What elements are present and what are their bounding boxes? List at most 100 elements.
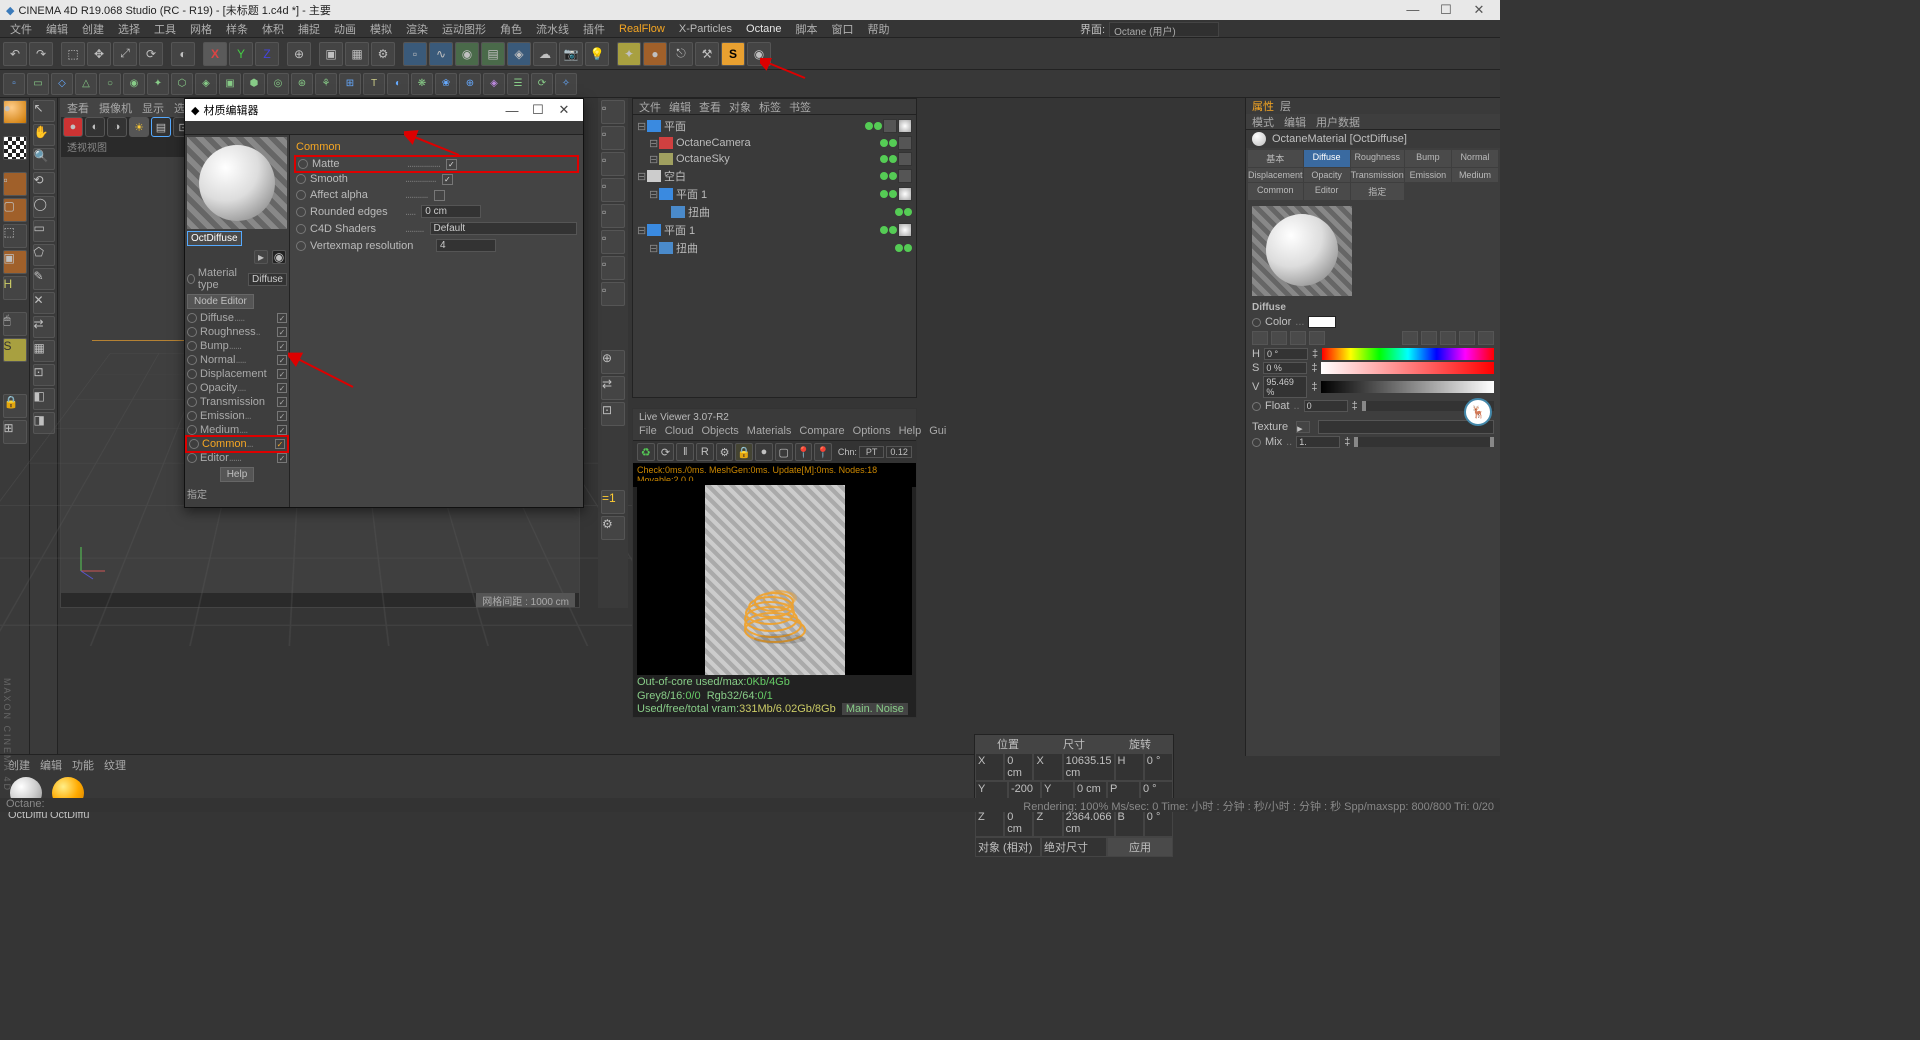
attr-tab-transmission[interactable]: Transmission — [1351, 168, 1404, 182]
lv-channel-select[interactable]: PT — [859, 446, 885, 458]
main-menubar[interactable]: 文件 编辑 创建 选择 工具 网格 样条 体积 捕捉 动画 模拟 渲染 运动图形… — [0, 20, 1500, 38]
vr-2[interactable]: ◑ — [107, 117, 127, 137]
attr-tab-displacement[interactable]: Displacement — [1248, 168, 1303, 182]
menu-snap[interactable]: 捕捉 — [292, 19, 326, 39]
color-swatch[interactable] — [1308, 316, 1336, 328]
menu-char[interactable]: 角色 — [494, 19, 528, 39]
tool-icon[interactable]: ⚒ — [695, 42, 719, 66]
menu-create[interactable]: 创建 — [76, 19, 110, 39]
hue-slider[interactable] — [1322, 348, 1494, 360]
frame-icon[interactable]: ⬚ — [3, 224, 27, 248]
color-mode-icons[interactable] — [1246, 329, 1500, 347]
attr-tab-editor[interactable]: Editor — [1304, 183, 1350, 200]
lv-pin1-icon[interactable]: 📍 — [795, 443, 813, 461]
rotate-icon[interactable]: ⟳ — [139, 42, 163, 66]
attr-tab-diffuse[interactable]: Diffuse — [1304, 150, 1350, 167]
t2-2[interactable]: ▭ — [27, 73, 49, 95]
axis-x-button[interactable]: X — [203, 42, 227, 66]
menu-sim[interactable]: 模拟 — [364, 19, 398, 39]
grid-icon[interactable]: ⊞ — [3, 420, 27, 444]
interface-dropdown[interactable]: Octane (用户) — [1109, 22, 1219, 37]
zoom-icon[interactable]: 🔍 — [33, 148, 55, 170]
affect-checkbox[interactable] — [434, 190, 445, 201]
menu-pipeline[interactable]: 流水线 — [530, 19, 575, 39]
menu-xparticles[interactable]: X-Particles — [673, 21, 738, 37]
t2-10[interactable]: ▣ — [219, 73, 241, 95]
array-icon[interactable]: ▤ — [481, 42, 505, 66]
cube-icon[interactable]: ▫ — [403, 42, 427, 66]
affect-alpha-row[interactable]: Affect alpha........... — [296, 187, 577, 203]
checker-icon[interactable] — [3, 136, 27, 160]
rs-8[interactable]: ▫ — [601, 282, 625, 306]
rot-icon[interactable]: ⟲ — [33, 172, 55, 194]
menu-anim[interactable]: 动画 — [328, 19, 362, 39]
t2-8[interactable]: ⬡ — [171, 73, 193, 95]
lasso-icon[interactable]: ◯ — [33, 196, 55, 218]
menu-realflow[interactable]: RealFlow — [613, 21, 671, 37]
undo-icon[interactable]: ↶ — [3, 42, 27, 66]
vmenu-view[interactable]: 查看 — [67, 100, 89, 116]
t2-22[interactable]: ☰ — [507, 73, 529, 95]
c4d-shaders-row[interactable]: C4D Shaders.........Default — [296, 220, 577, 237]
menu-file[interactable]: 文件 — [4, 19, 38, 39]
help-button[interactable]: Help — [220, 467, 255, 482]
menu-volume[interactable]: 体积 — [256, 19, 290, 39]
axis-z-button[interactable]: Z — [255, 42, 279, 66]
menu-spline[interactable]: 样条 — [220, 19, 254, 39]
snap-icon[interactable]: ⊡ — [33, 364, 55, 386]
cursor-icon[interactable]: ↖ — [33, 100, 55, 122]
objmgr-menu[interactable]: 文件编辑 查看对象 标签书签 — [633, 99, 916, 115]
lv-reload-icon[interactable]: ⟳ — [657, 443, 675, 461]
t2-13[interactable]: ⊛ — [291, 73, 313, 95]
close-button[interactable]: ✕ — [1464, 2, 1494, 18]
maximize-button[interactable]: ☐ — [1431, 2, 1461, 18]
node-editor-button[interactable]: Node Editor — [187, 294, 254, 309]
dialog-titlebar[interactable]: ◆ 材质编辑器 — ☐ ✕ — [185, 99, 583, 121]
menu-select[interactable]: 选择 — [112, 19, 146, 39]
menu-help[interactable]: 帮助 — [862, 19, 896, 39]
mat-arrow-icon[interactable]: ▸ — [254, 250, 268, 264]
t2-7[interactable]: ✦ — [147, 73, 169, 95]
t2-17[interactable]: ◐ — [387, 73, 409, 95]
t2-21[interactable]: ◈ — [483, 73, 505, 95]
vmenu-camera[interactable]: 摄像机 — [99, 100, 132, 116]
vr-render-icon[interactable]: ● — [63, 117, 83, 137]
xp-icon[interactable]: ✦ — [617, 42, 641, 66]
move-icon[interactable]: ✥ — [87, 42, 111, 66]
obj-row[interactable]: ⊟空白 — [637, 167, 912, 185]
object-tree[interactable]: ⊟平面⊟OctaneCamera⊟OctaneSky⊟空白⊟平面 1扭曲⊟平面 … — [633, 115, 916, 259]
t2-19[interactable]: ❀ — [435, 73, 457, 95]
t2-23[interactable]: ⟳ — [531, 73, 553, 95]
lv-pause-icon[interactable]: ‖ — [676, 443, 694, 461]
lock-icon[interactable]: 🔒 — [3, 394, 27, 418]
menu-window[interactable]: 窗口 — [826, 19, 860, 39]
render-region-icon[interactable]: ▦ — [345, 42, 369, 66]
vr-1[interactable]: ◐ — [85, 117, 105, 137]
mouse-icon[interactable]: 🖱 — [3, 312, 27, 336]
history-icon[interactable]: ◐ — [171, 42, 195, 66]
t2-24[interactable]: ✧ — [555, 73, 577, 95]
menu-script[interactable]: 脚本 — [790, 19, 824, 39]
dialog-min-button[interactable]: — — [499, 103, 525, 118]
grid2-icon[interactable]: ▦ — [33, 340, 55, 362]
obj-row[interactable]: ⊟扭曲 — [637, 239, 912, 257]
close-poly-icon[interactable]: ✕ — [33, 292, 55, 314]
attr-tab-roughness[interactable]: Roughness — [1351, 150, 1404, 167]
attr-tab-props[interactable]: 属性 — [1252, 98, 1274, 114]
select-icon[interactable]: ⬚ — [61, 42, 85, 66]
camera-icon[interactable]: 📷 — [559, 42, 583, 66]
shaders-select[interactable]: Default — [430, 222, 577, 235]
attr-tab-emission[interactable]: Emission — [1405, 168, 1451, 182]
minimize-button[interactable]: — — [1398, 2, 1428, 17]
attr-preview[interactable] — [1252, 206, 1352, 296]
t2-12[interactable]: ◎ — [267, 73, 289, 95]
rs-7[interactable]: ▫ — [601, 256, 625, 280]
val-slider[interactable] — [1321, 381, 1494, 393]
t2-9[interactable]: ◈ — [195, 73, 217, 95]
environment-icon[interactable]: ☁ — [533, 42, 557, 66]
obj-row[interactable]: ⊟OctaneCamera — [637, 135, 912, 151]
spline-icon[interactable]: ∿ — [429, 42, 453, 66]
cube2-tool-icon[interactable]: ▢ — [3, 198, 27, 222]
obj-row[interactable]: ⊟平面 1 — [637, 221, 912, 239]
rs-6[interactable]: ▫ — [601, 230, 625, 254]
